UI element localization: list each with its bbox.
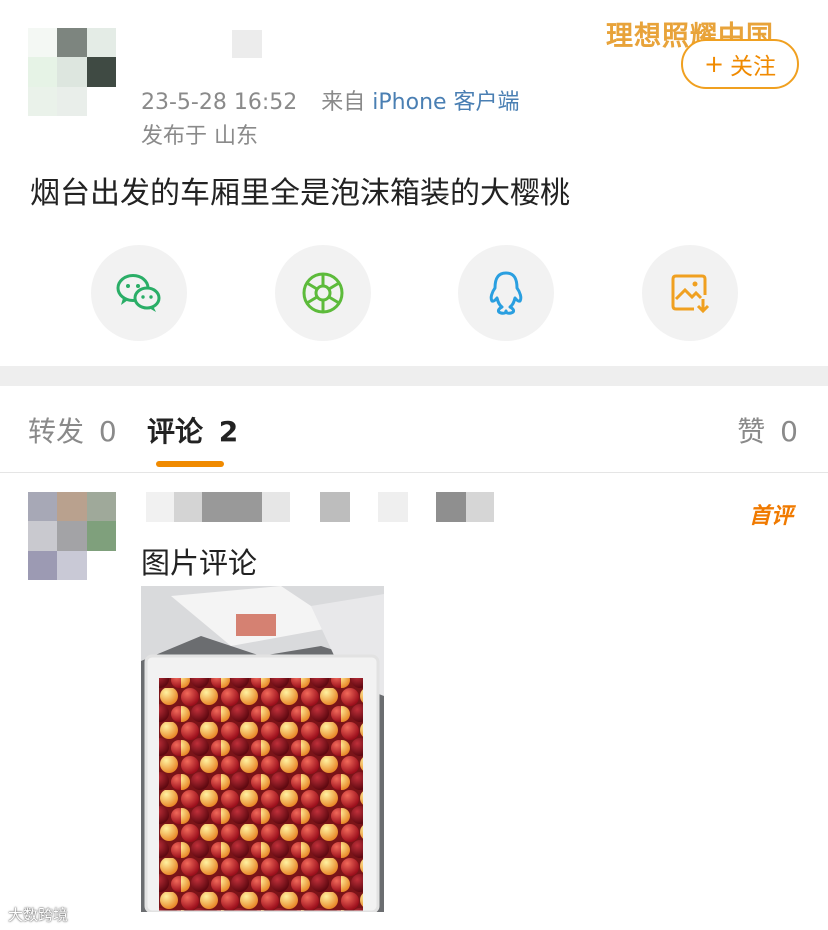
- follow-label: 关注: [730, 54, 777, 80]
- comment-text: 图片评论: [141, 546, 258, 580]
- tab-like-label: 赞: [737, 415, 766, 448]
- section-divider: [0, 366, 828, 386]
- post-source-prefix: 来自: [321, 90, 366, 115]
- comment-image-cherries[interactable]: [141, 586, 384, 912]
- watermark-text: 大数跨境: [8, 906, 69, 924]
- commenter-name-blurred[interactable]: [146, 492, 526, 522]
- post-meta: 23-5-28 16:52 来自 iPhone 客户端: [141, 84, 520, 116]
- tabs-divider: [0, 472, 828, 473]
- tab-repost[interactable]: 转发 0: [28, 410, 117, 450]
- tab-comment[interactable]: 评论 2: [147, 410, 238, 450]
- author-avatar[interactable]: [28, 28, 116, 116]
- tab-repost-label: 转发: [28, 415, 85, 448]
- author-name-blurred[interactable]: [146, 30, 262, 58]
- tab-comment-label: 评论: [147, 415, 204, 448]
- share-moments-button[interactable]: [275, 245, 371, 341]
- moments-icon: [302, 272, 344, 314]
- post-content: 烟台出发的车厢里全是泡沫箱装的大樱桃: [30, 176, 570, 211]
- wechat-icon: [116, 274, 161, 312]
- qq-icon: [489, 271, 523, 315]
- commenter-avatar[interactable]: [28, 492, 116, 580]
- tab-like-count: 0: [780, 415, 798, 448]
- plus-icon: +: [703, 50, 725, 78]
- tab-comment-count: 2: [218, 415, 239, 448]
- post-timestamp: 23-5-28 16:52: [141, 90, 298, 115]
- follow-button[interactable]: + 关注: [681, 39, 799, 89]
- share-qq-button[interactable]: [458, 245, 554, 341]
- tab-repost-count: 0: [98, 415, 117, 448]
- post-location: 发布于 山东: [141, 124, 258, 149]
- post-source-link[interactable]: iPhone 客户端: [372, 90, 519, 115]
- tab-like[interactable]: 赞 0: [737, 410, 798, 450]
- share-save-image-button[interactable]: [642, 245, 738, 341]
- share-wechat-button[interactable]: [91, 245, 187, 341]
- first-comment-badge: 首评: [749, 504, 794, 529]
- save-image-icon: [671, 274, 710, 314]
- active-tab-indicator: [156, 461, 224, 467]
